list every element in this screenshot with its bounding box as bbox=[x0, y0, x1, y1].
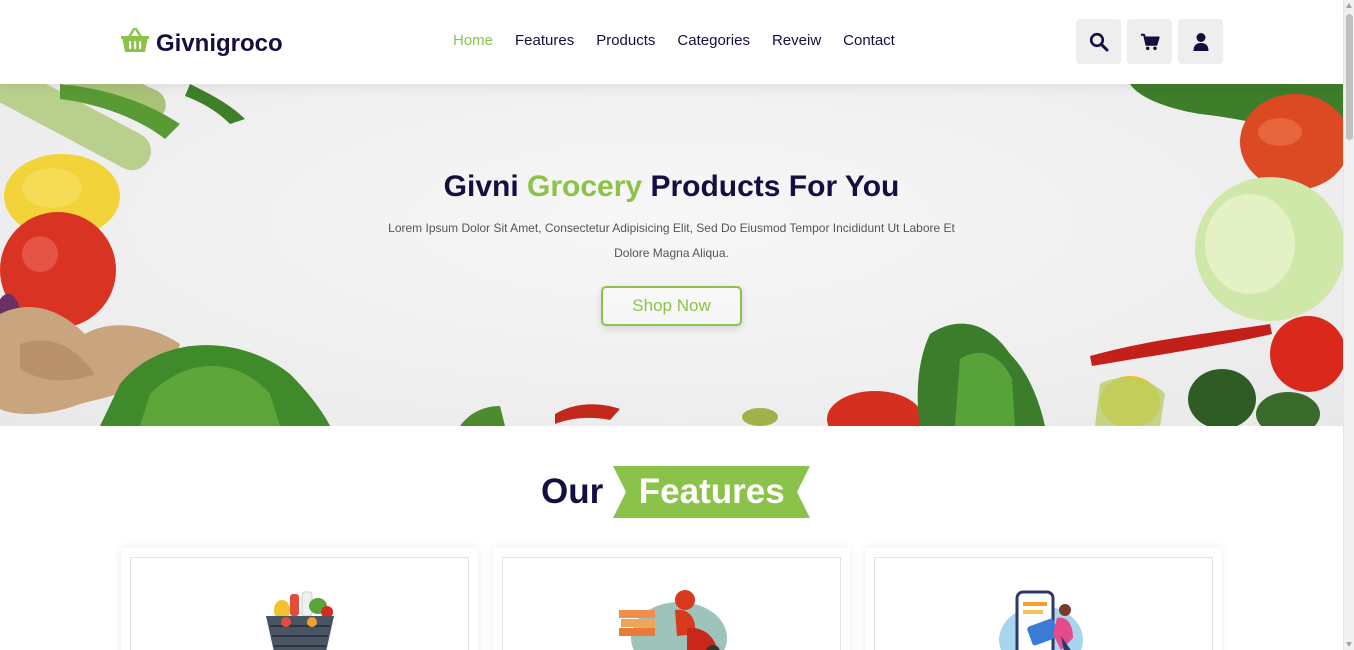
features-heading-plain: Our bbox=[541, 472, 604, 511]
nav-home[interactable]: Home bbox=[453, 32, 493, 49]
account-button[interactable] bbox=[1178, 19, 1223, 64]
nav-contact[interactable]: Contact bbox=[843, 32, 895, 49]
delivery-scooter-illustration bbox=[619, 590, 727, 650]
shopping-basket-icon bbox=[120, 26, 150, 61]
shop-now-button[interactable]: Shop Now bbox=[601, 286, 742, 326]
main-nav: Home Features Products Categories Reveiw… bbox=[453, 32, 895, 49]
search-icon bbox=[1089, 32, 1108, 51]
mobile-payment-illustration bbox=[999, 590, 1083, 650]
feature-card bbox=[493, 548, 850, 650]
nav-features[interactable]: Features bbox=[515, 32, 574, 49]
grocery-basket-illustration bbox=[266, 591, 334, 650]
brand-name: Givnigroco bbox=[156, 29, 283, 57]
header-icons bbox=[1076, 19, 1223, 64]
hero-title: Givni Grocery Products For You bbox=[0, 170, 1343, 204]
nav-review[interactable]: Reveiw bbox=[772, 32, 821, 49]
search-button[interactable] bbox=[1076, 19, 1121, 64]
nav-categories[interactable]: Categories bbox=[677, 32, 750, 49]
hero-description: Lorem Ipsum Dolor Sit Amet, Consectetur … bbox=[388, 221, 955, 260]
features-heading-ribbon: Features bbox=[613, 466, 811, 518]
nav-products[interactable]: Products bbox=[596, 32, 655, 49]
user-icon bbox=[1193, 32, 1208, 51]
hero-title-part2: Products For You bbox=[650, 170, 900, 203]
feature-card bbox=[865, 548, 1222, 650]
scrollbar-thumb[interactable] bbox=[1346, 14, 1353, 140]
brand-logo[interactable]: Givnigroco bbox=[120, 26, 283, 61]
hero-title-accent: Grocery bbox=[527, 170, 643, 203]
page-scrollbar[interactable] bbox=[1343, 0, 1354, 650]
cart-button[interactable] bbox=[1127, 19, 1172, 64]
features-heading: Our Features bbox=[541, 466, 811, 518]
hero-title-part1: Givni bbox=[443, 170, 519, 203]
features-heading-accent: Features bbox=[638, 472, 785, 511]
cart-icon bbox=[1140, 33, 1160, 50]
site-header: Givnigroco Home Features Products Catego… bbox=[0, 0, 1343, 84]
feature-card bbox=[121, 548, 478, 650]
scroll-up-arrow-icon[interactable] bbox=[1346, 3, 1352, 8]
scroll-down-arrow-icon[interactable] bbox=[1346, 642, 1352, 647]
hero-banner: Givni Grocery Products For You Lorem Ips… bbox=[0, 84, 1343, 426]
